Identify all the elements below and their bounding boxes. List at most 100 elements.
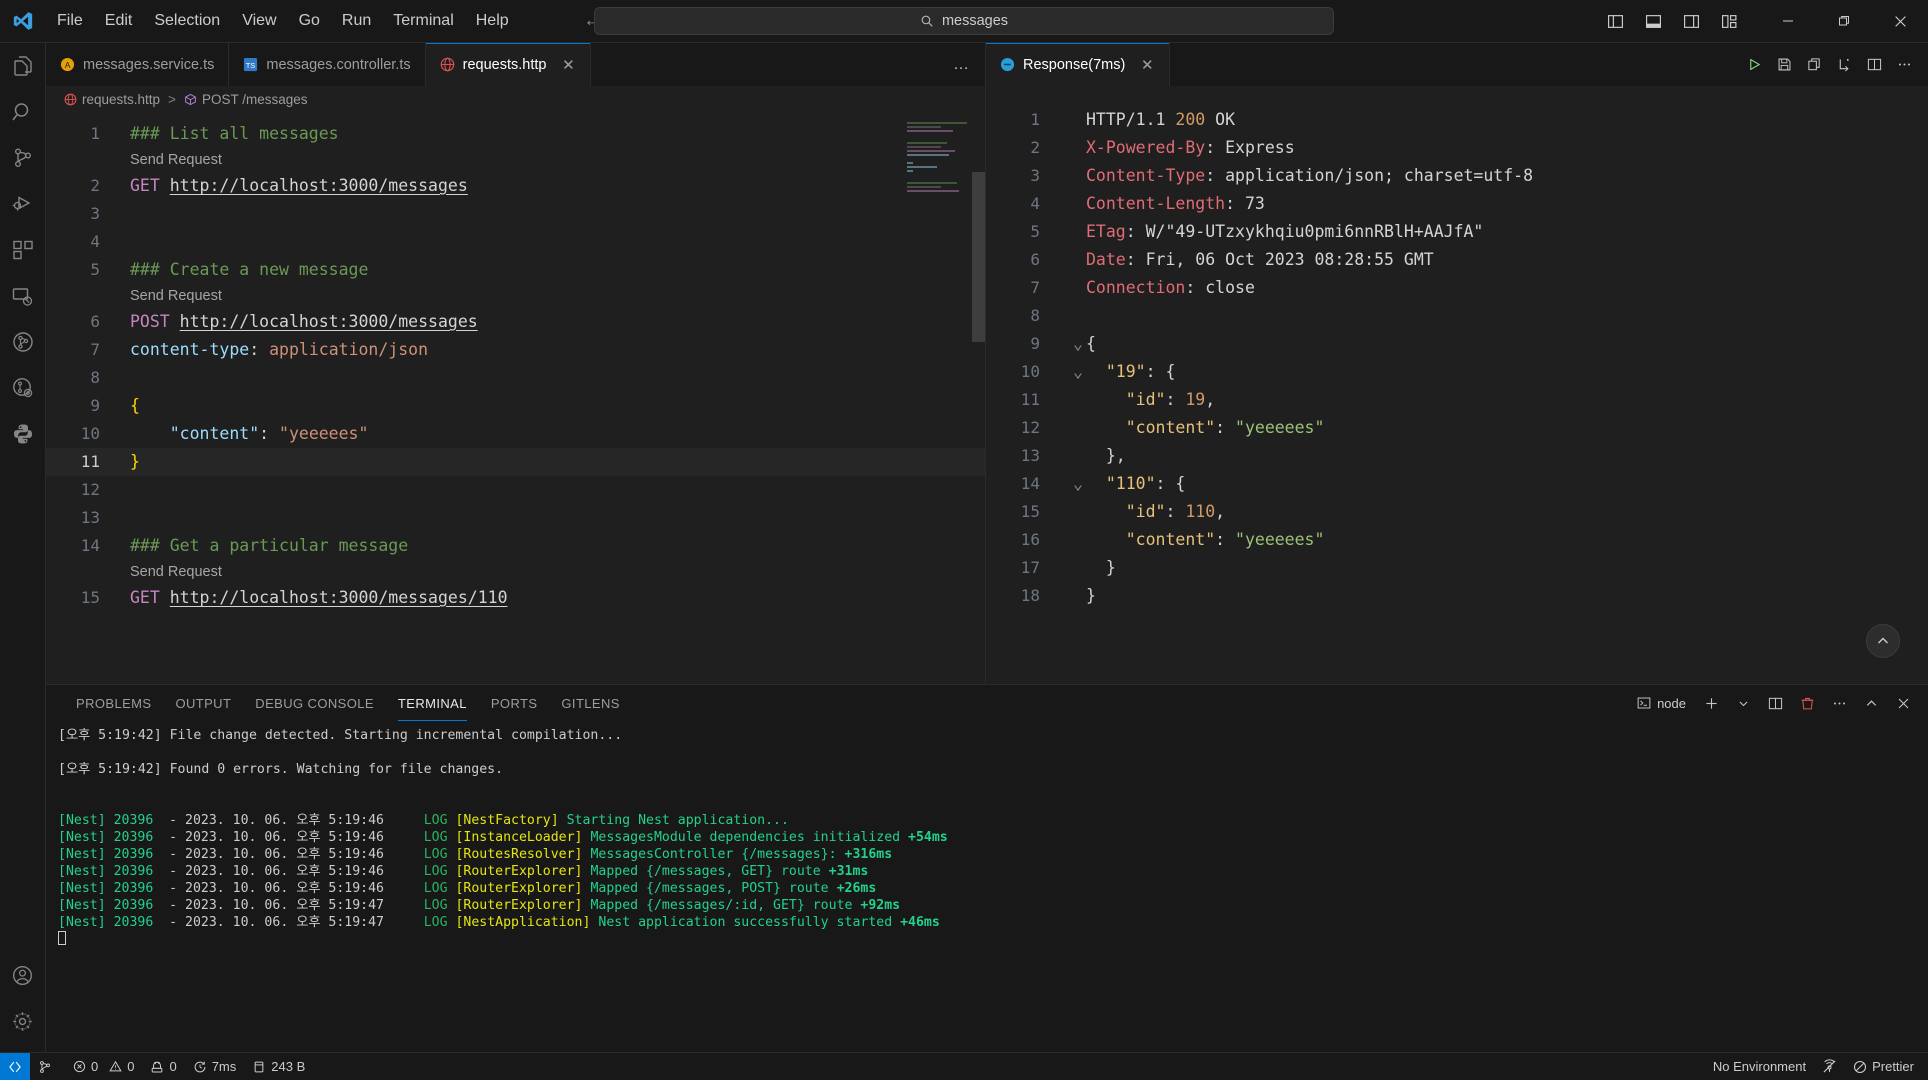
editor-code-left[interactable]: 1 ### List all messages Send Request 2 GET h…: [46, 112, 985, 684]
split-editor-icon[interactable]: [1860, 51, 1888, 79]
window-close-button[interactable]: [1872, 0, 1928, 43]
command-center[interactable]: messages: [594, 7, 1334, 35]
panel-tab-debug-console[interactable]: DEBUG CONSOLE: [243, 685, 386, 721]
run-icon[interactable]: [1740, 51, 1768, 79]
fold-chevron-down-icon[interactable]: ⌄: [1070, 330, 1086, 358]
line-number: 10: [80, 424, 100, 443]
code-line: 1 ### List all messages: [46, 120, 985, 148]
code-line-text: "id": 19,: [1064, 386, 1928, 414]
code-token: 19: [1185, 390, 1206, 409]
editor-scrollbar-left[interactable]: [972, 172, 985, 342]
menu-terminal[interactable]: Terminal: [382, 0, 464, 42]
terminal-token: LOG: [423, 898, 448, 913]
panel-tab-problems[interactable]: PROBLEMS: [64, 685, 163, 721]
split-terminal-icon[interactable]: [1762, 690, 1788, 716]
activity-bar: [0, 43, 46, 1052]
line-number: 15: [80, 588, 100, 607]
status-error-count: 0: [91, 1059, 99, 1074]
send-request-link[interactable]: Send Request: [124, 282, 222, 310]
activity-item-source-control[interactable]: [0, 135, 46, 181]
code-token: http://localhost:3000/messages: [179, 312, 478, 331]
scroll-to-top-button[interactable]: [1866, 624, 1900, 658]
activity-item-gitlens[interactable]: [0, 319, 46, 365]
activity-item-remote-explorer[interactable]: [0, 273, 46, 319]
code-line-text: ### List all messages: [124, 120, 985, 148]
maximize-panel-icon[interactable]: [1858, 690, 1884, 716]
breadcrumb-file[interactable]: requests.http: [64, 92, 160, 107]
terminal-shell-chip[interactable]: node: [1631, 694, 1692, 713]
tab-messages-controller[interactable]: TS messages.controller.ts: [229, 43, 426, 86]
editor-code-right[interactable]: 1 HTTP/1.1 200 OK 2 X-Powered-By: Express…: [986, 86, 1928, 684]
more-actions-icon[interactable]: [1826, 690, 1852, 716]
menu-run[interactable]: Run: [331, 0, 382, 42]
status-rest-client-environment[interactable]: No Environment: [1705, 1053, 1814, 1080]
code-line: 13: [46, 504, 985, 532]
window-minimize-button[interactable]: [1760, 0, 1816, 43]
activity-item-settings[interactable]: [0, 998, 46, 1044]
fold-chevron-down-icon[interactable]: ⌄: [1070, 358, 1086, 386]
window-restore-button[interactable]: [1816, 0, 1872, 43]
menu-go[interactable]: Go: [288, 0, 331, 42]
toggle-secondary-sidebar-icon[interactable]: [1674, 4, 1708, 38]
status-prettier[interactable]: Prettier: [1845, 1053, 1928, 1080]
activity-item-extensions[interactable]: [0, 227, 46, 273]
activity-item-explorer[interactable]: [0, 43, 46, 89]
status-response-time[interactable]: 7ms: [185, 1053, 245, 1080]
kill-terminal-icon[interactable]: [1794, 690, 1820, 716]
panel-tab-terminal[interactable]: TERMINAL: [386, 685, 479, 721]
menu-view[interactable]: View: [231, 0, 287, 42]
fold-placeholder: [1070, 134, 1086, 162]
close-panel-icon[interactable]: [1890, 690, 1916, 716]
panel-tab-ports[interactable]: PORTS: [479, 685, 550, 721]
more-actions-icon[interactable]: …: [947, 51, 975, 79]
tab-close-icon[interactable]: ✕: [1139, 56, 1155, 74]
activity-item-gitlens-inspect[interactable]: [0, 365, 46, 411]
status-response-size[interactable]: 243 B: [244, 1053, 313, 1080]
status-ports[interactable]: 0: [142, 1053, 184, 1080]
menu-edit[interactable]: Edit: [94, 0, 144, 42]
activity-item-python[interactable]: [0, 411, 46, 457]
terminal-output[interactable]: [오후 5:19:42] File change detected. Start…: [46, 721, 1928, 1052]
send-request-link[interactable]: Send Request: [124, 146, 222, 174]
search-icon: [11, 100, 35, 124]
code-line: 9{: [46, 392, 985, 420]
tab-bar-left: A messages.service.ts TS messages.contro…: [46, 43, 985, 86]
customize-layout-icon[interactable]: [1712, 4, 1746, 38]
source-control-icon: [11, 146, 35, 170]
code-token: :: [249, 340, 270, 359]
line-number: 5: [1030, 222, 1040, 241]
activity-item-search[interactable]: [0, 89, 46, 135]
tab-messages-service[interactable]: A messages.service.ts: [46, 43, 230, 86]
new-terminal-icon[interactable]: [1698, 690, 1724, 716]
fold-chevron-down-icon[interactable]: ⌄: [1070, 470, 1086, 498]
fold-placeholder: [1070, 442, 1086, 470]
gitlens-inspect-icon: [11, 376, 35, 400]
toggle-panel-icon[interactable]: [1636, 4, 1670, 38]
status-screencast-mode[interactable]: [1814, 1053, 1845, 1080]
toggle-primary-sidebar-icon[interactable]: [1598, 4, 1632, 38]
fold-icon[interactable]: [1830, 51, 1858, 79]
typescript-file-icon: TS: [243, 57, 258, 72]
status-problems[interactable]: 0 0: [65, 1053, 142, 1080]
activity-item-run-and-debug[interactable]: [0, 181, 46, 227]
panel-tab-gitlens[interactable]: GITLENS: [549, 685, 631, 721]
more-actions-icon[interactable]: [1890, 51, 1918, 79]
line-number: 4: [90, 232, 100, 251]
breadcrumb-symbol[interactable]: POST /messages: [184, 92, 307, 107]
panel-tab-output[interactable]: OUTPUT: [163, 685, 243, 721]
tab-close-icon[interactable]: ✕: [560, 56, 576, 74]
chevron-down-icon[interactable]: [1730, 690, 1756, 716]
code-line-text: GET http://localhost:3000/messages: [124, 172, 985, 200]
copy-icon[interactable]: [1800, 51, 1828, 79]
menu-selection[interactable]: Selection: [143, 0, 231, 42]
menu-file[interactable]: File: [46, 0, 94, 42]
save-icon[interactable]: [1770, 51, 1798, 79]
activity-item-accounts[interactable]: [0, 952, 46, 998]
status-branch[interactable]: [30, 1053, 65, 1080]
tab-response[interactable]: Response(7ms) ✕: [986, 43, 1171, 86]
send-request-link[interactable]: Send Request: [124, 558, 222, 586]
line-number: 16: [1020, 530, 1040, 549]
tab-requests-http[interactable]: requests.http ✕: [425, 43, 592, 86]
menu-help[interactable]: Help: [465, 0, 520, 42]
remote-window-indicator[interactable]: [0, 1052, 30, 1080]
